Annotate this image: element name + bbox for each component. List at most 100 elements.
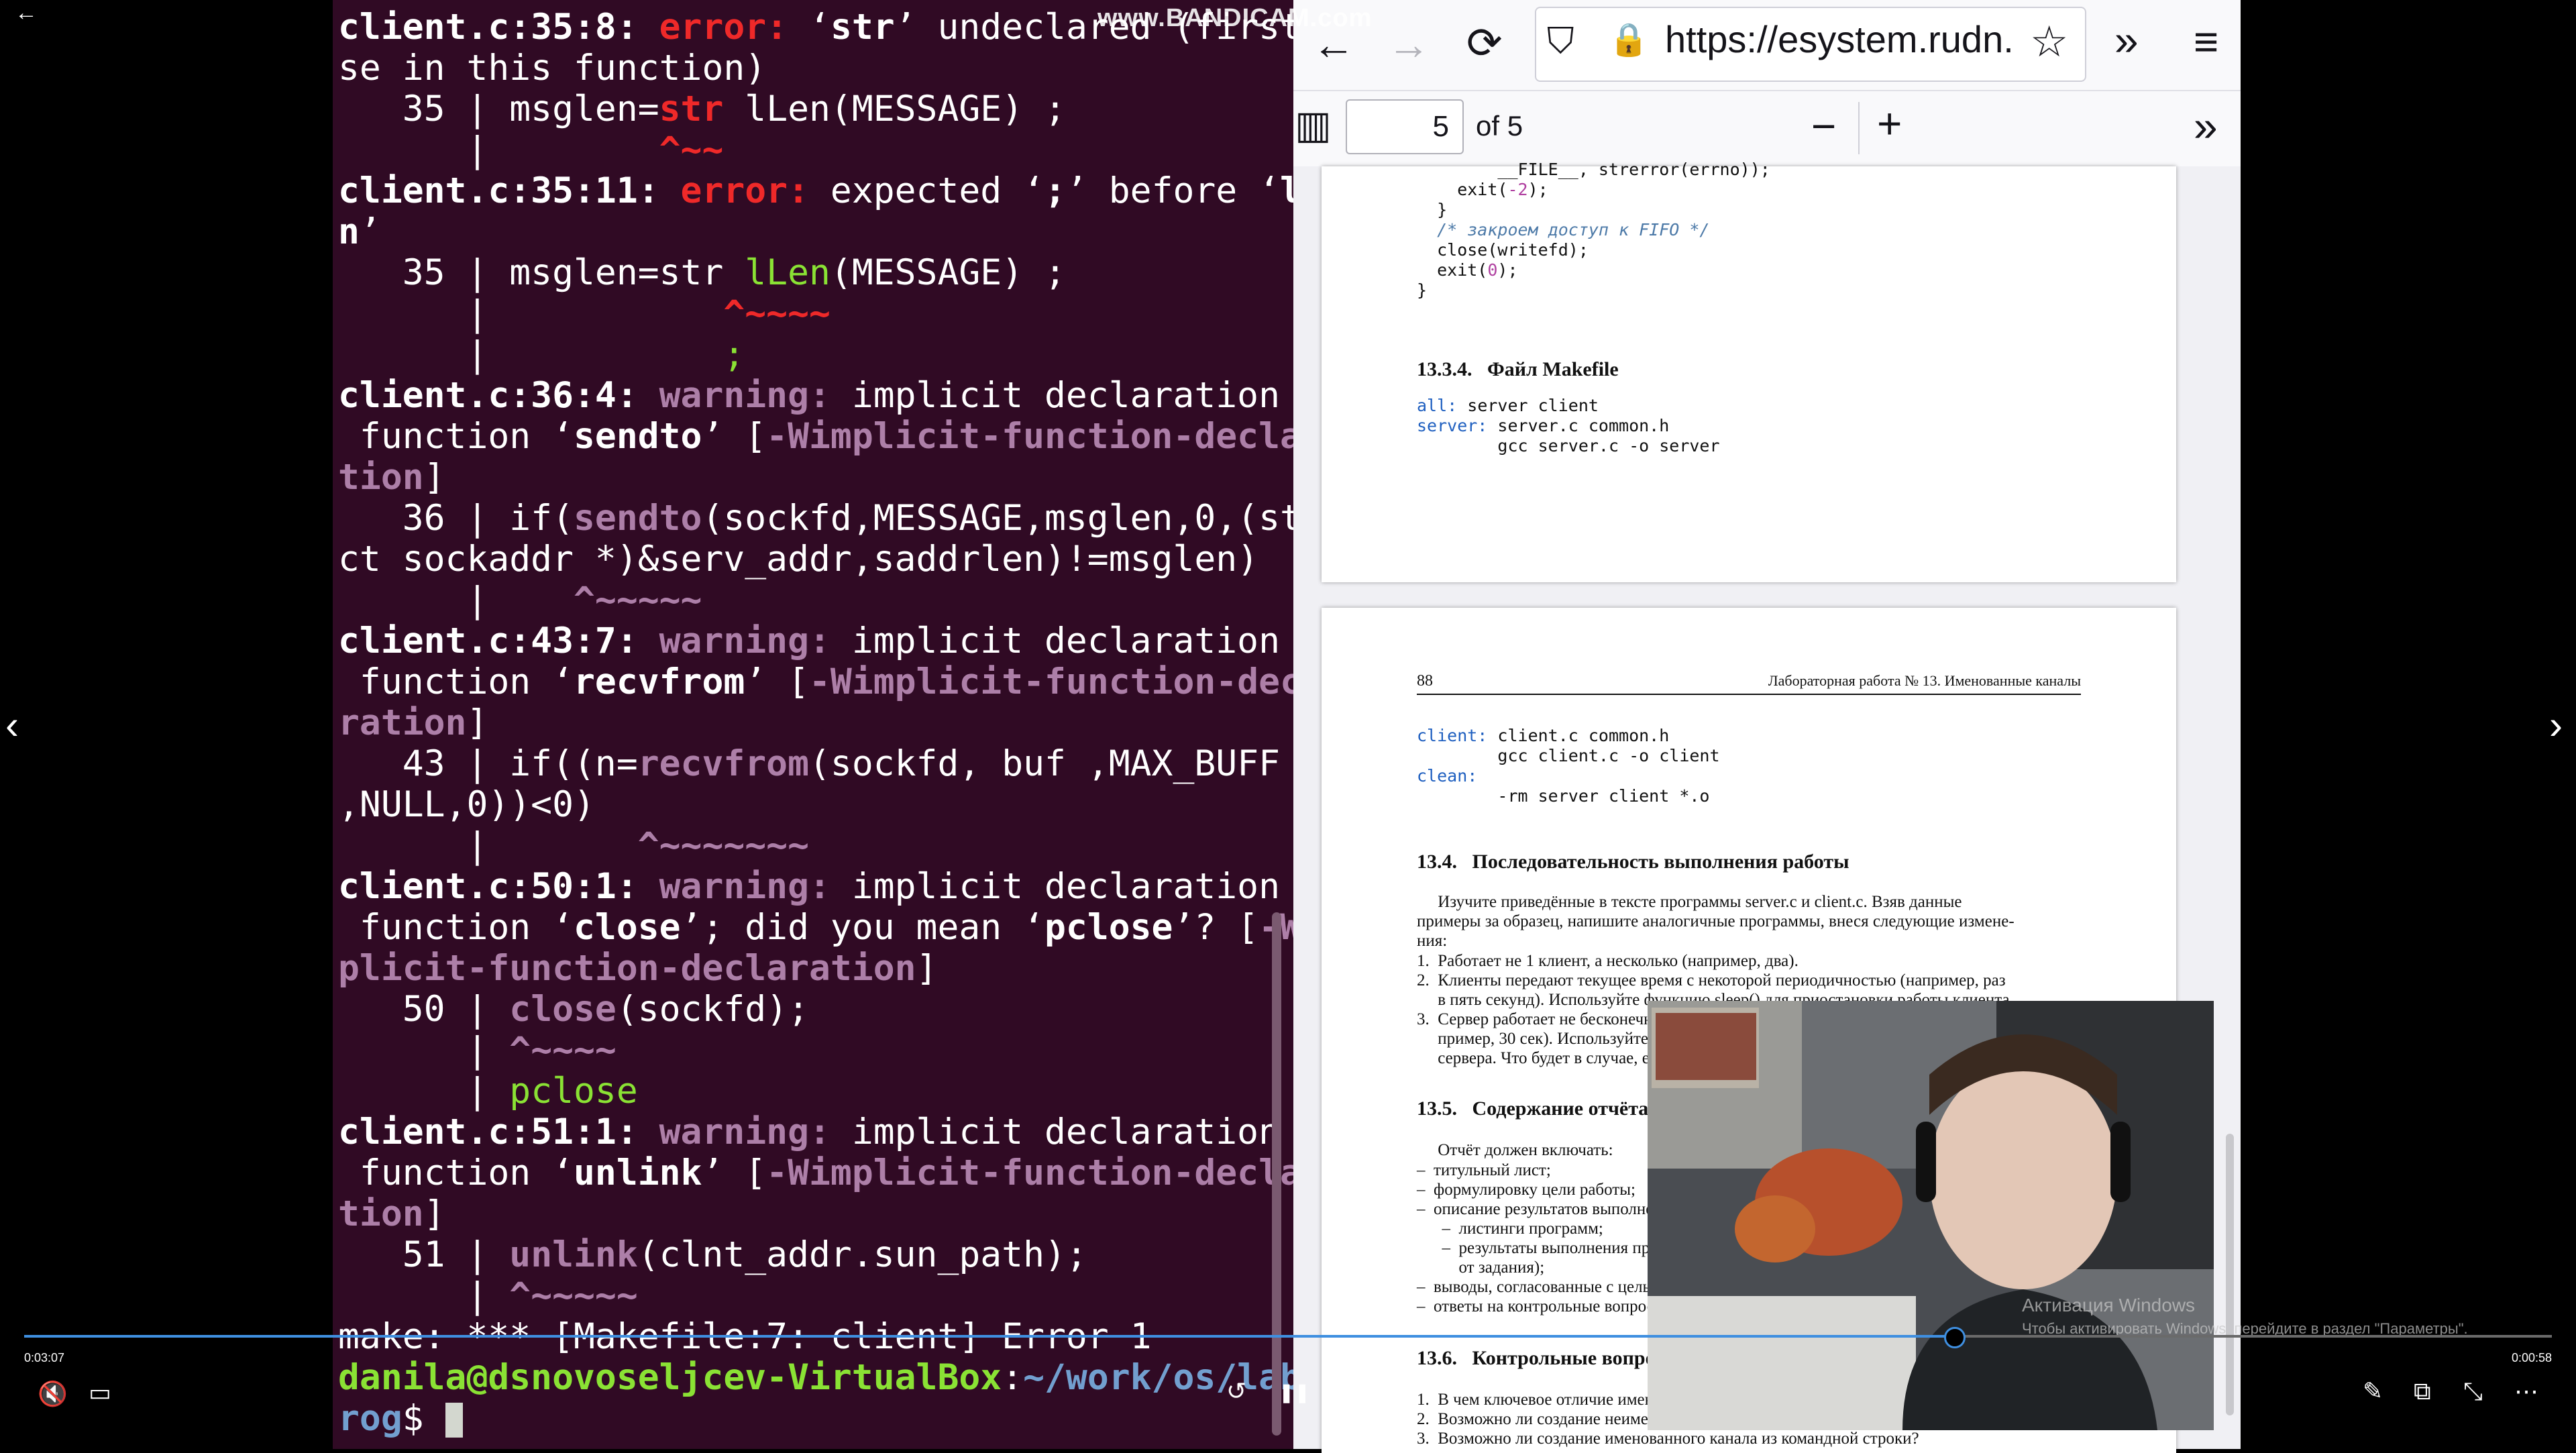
text-segment: ’ [359, 211, 381, 252]
paragraph-line: примеры за образец, напишите аналогичные… [1417, 912, 2015, 930]
sidebar-toggle-icon[interactable]: ▥ [1295, 106, 1332, 145]
terminal-line: client.c:43:7: warning: implicit declara… [338, 621, 1280, 661]
overflow-chevron-icon[interactable]: » [2114, 19, 2139, 62]
text-segment: -rm server client *.o [1417, 786, 1710, 806]
text-segment: warning: [659, 1112, 852, 1152]
page-number-input[interactable]: 5 [1346, 99, 1464, 154]
forward-arrow-icon[interactable]: → [1387, 23, 1430, 66]
text-segment: ’ [ [702, 1152, 767, 1193]
text-segment: | [338, 1030, 510, 1071]
text-segment: (MESSAGE) ; [830, 252, 1066, 293]
code-line: all: server client [1417, 396, 1720, 416]
text-segment: (sockfd, buf ,MAX_BUFF ,0 [809, 743, 1293, 784]
code-listing: __FILE__, strerror(errno)); exit(-2); } … [1417, 160, 1770, 301]
code-line: } [1417, 280, 1770, 301]
text-segment: ] [916, 948, 938, 989]
page-count-label: of 5 [1476, 110, 1523, 142]
text-segment: | [338, 580, 574, 621]
lock-icon[interactable]: 🔒 [1609, 24, 1649, 56]
terminal-line: | ^~~~~ [338, 1030, 1264, 1071]
text-segment: } [1417, 280, 1428, 300]
text-segment: /* закроем доступ к FIFO */ [1417, 220, 1710, 239]
text-segment: implicit declaration of [851, 1112, 1281, 1152]
text-segment: sendto [574, 498, 702, 539]
text-segment: lLe [1280, 170, 1293, 211]
text-segment: 0 [1487, 260, 1498, 280]
bookmark-star-icon[interactable]: ☆ [2030, 20, 2068, 63]
text-segment: ^~~~~ [723, 293, 830, 334]
text-segment: client.c:50:1: [338, 866, 659, 907]
text-segment: 36 | if( [338, 498, 574, 539]
text-segment: client: [1417, 726, 1488, 745]
terminal-line: ct sockaddr *)&serv_addr,saddrlen)!=msgl… [338, 539, 1264, 580]
next-chevron-icon[interactable]: › [2549, 702, 2563, 748]
hamburger-menu-icon[interactable]: ≡ [2194, 20, 2218, 63]
text-segment: error: [659, 7, 810, 48]
terminal-line: tion] [338, 1193, 1264, 1234]
mute-icon[interactable]: 🔇 [38, 1382, 68, 1406]
terminal-line: client.c:36:4: warning: implicit declara… [338, 375, 1280, 416]
pdf-tools-chevron-icon[interactable]: » [2194, 105, 2218, 148]
zoom-in-icon[interactable]: + [1877, 102, 1902, 145]
terminal-scrollbar[interactable] [1272, 912, 1281, 1436]
text-segment: client.c:35:8: [338, 7, 659, 48]
captions-icon[interactable]: ▭ [89, 1381, 111, 1405]
text-segment: (clnt_addr.sun_path); [637, 1234, 1087, 1275]
pause-icon[interactable]: ❚❚ [1279, 1383, 1310, 1402]
section-heading: 13.3.4. Файл Makefile [1417, 358, 1619, 380]
pdf-scrollbar[interactable] [2226, 1134, 2234, 1415]
text-segment: ’? [ [1173, 907, 1259, 948]
text-segment: ration [338, 702, 467, 743]
text-segment: str [659, 89, 724, 129]
terminal-output: client.c:35:8: error: ‘str’ undeclared (… [338, 7, 1293, 1439]
text-segment: __FILE__, strerror(errno)); [1417, 160, 1770, 179]
text-segment: error: [680, 170, 830, 211]
text-segment: all: [1417, 396, 1458, 415]
webcam-image [1648, 1001, 2214, 1430]
terminal-line: 35 | msglen=str lLen(MESSAGE) ; [338, 89, 1264, 129]
text-segment: se in this function) [338, 48, 767, 89]
text-segment: lLen(MESSAGE) ; [723, 89, 1066, 129]
terminal-line: 51 | unlink(clnt_addr.sun_path); [338, 1234, 1264, 1275]
previous-chevron-icon[interactable]: ‹ [5, 702, 19, 748]
miniplayer-icon[interactable]: ⧉ [2414, 1379, 2431, 1403]
reload-icon[interactable]: ⟳ [1466, 21, 1503, 64]
exit-fullscreen-icon[interactable]: ⤡ [2463, 1379, 2483, 1403]
back-arrow-icon[interactable]: ← [15, 1, 38, 24]
rewind-10-icon[interactable]: ↺ [1226, 1379, 1246, 1403]
text-segment: : [1002, 1357, 1024, 1398]
text-segment: implicit declaration of [851, 621, 1281, 661]
text-segment: } [1417, 200, 1448, 219]
text-segment: close [509, 989, 616, 1030]
text-segment: tion [338, 457, 424, 498]
terminal-line: 43 | if((n=recvfrom(sockfd, buf ,MAX_BUF… [338, 743, 1280, 784]
text-segment: ] [423, 457, 445, 498]
text-segment: pclose [509, 1071, 638, 1112]
text-segment: | [338, 293, 724, 334]
text-segment: | [338, 334, 724, 375]
shield-icon[interactable]: ⛉ [1547, 23, 1574, 59]
text-segment: ’; did you mean ‘ [680, 907, 1044, 948]
section-heading: 13.6. Контрольные вопросы [1417, 1347, 1680, 1369]
text-segment: ] [423, 1193, 445, 1234]
zoom-out-icon[interactable]: − [1811, 105, 1836, 148]
text-segment: 51 | [338, 1234, 510, 1275]
text-segment: str [830, 7, 895, 48]
pen-icon[interactable]: ✎ [2363, 1379, 2383, 1403]
terminal-line: rog$ [338, 1398, 1264, 1439]
header-rule [1417, 694, 2081, 695]
terminal-window[interactable]: client.c:35:8: error: ‘str’ undeclared (… [333, 0, 1293, 1449]
seek-thumb[interactable] [1944, 1327, 1966, 1348]
more-options-icon[interactable]: ⋯ [2514, 1379, 2538, 1403]
url-text[interactable]: https://esystem.rudn.ru [1665, 17, 2014, 61]
text-segment: (sockfd,MESSAGE,msglen,0,(stru [702, 498, 1293, 539]
text-segment: client.c:43:7: [338, 621, 659, 661]
text-segment: function ‘ [338, 416, 574, 457]
terminal-line: | ; [338, 334, 1264, 375]
terminal-line: | ^~~~~~ [338, 1275, 1264, 1316]
text-segment: 43 | if((n= [338, 743, 638, 784]
forward-30-icon[interactable]: ↻ [1328, 1379, 1348, 1403]
text-segment: recvfrom [574, 661, 745, 702]
text-segment: -2 [1507, 180, 1528, 199]
makefile-listing: all: server client server: server.c commo… [1417, 396, 1720, 456]
